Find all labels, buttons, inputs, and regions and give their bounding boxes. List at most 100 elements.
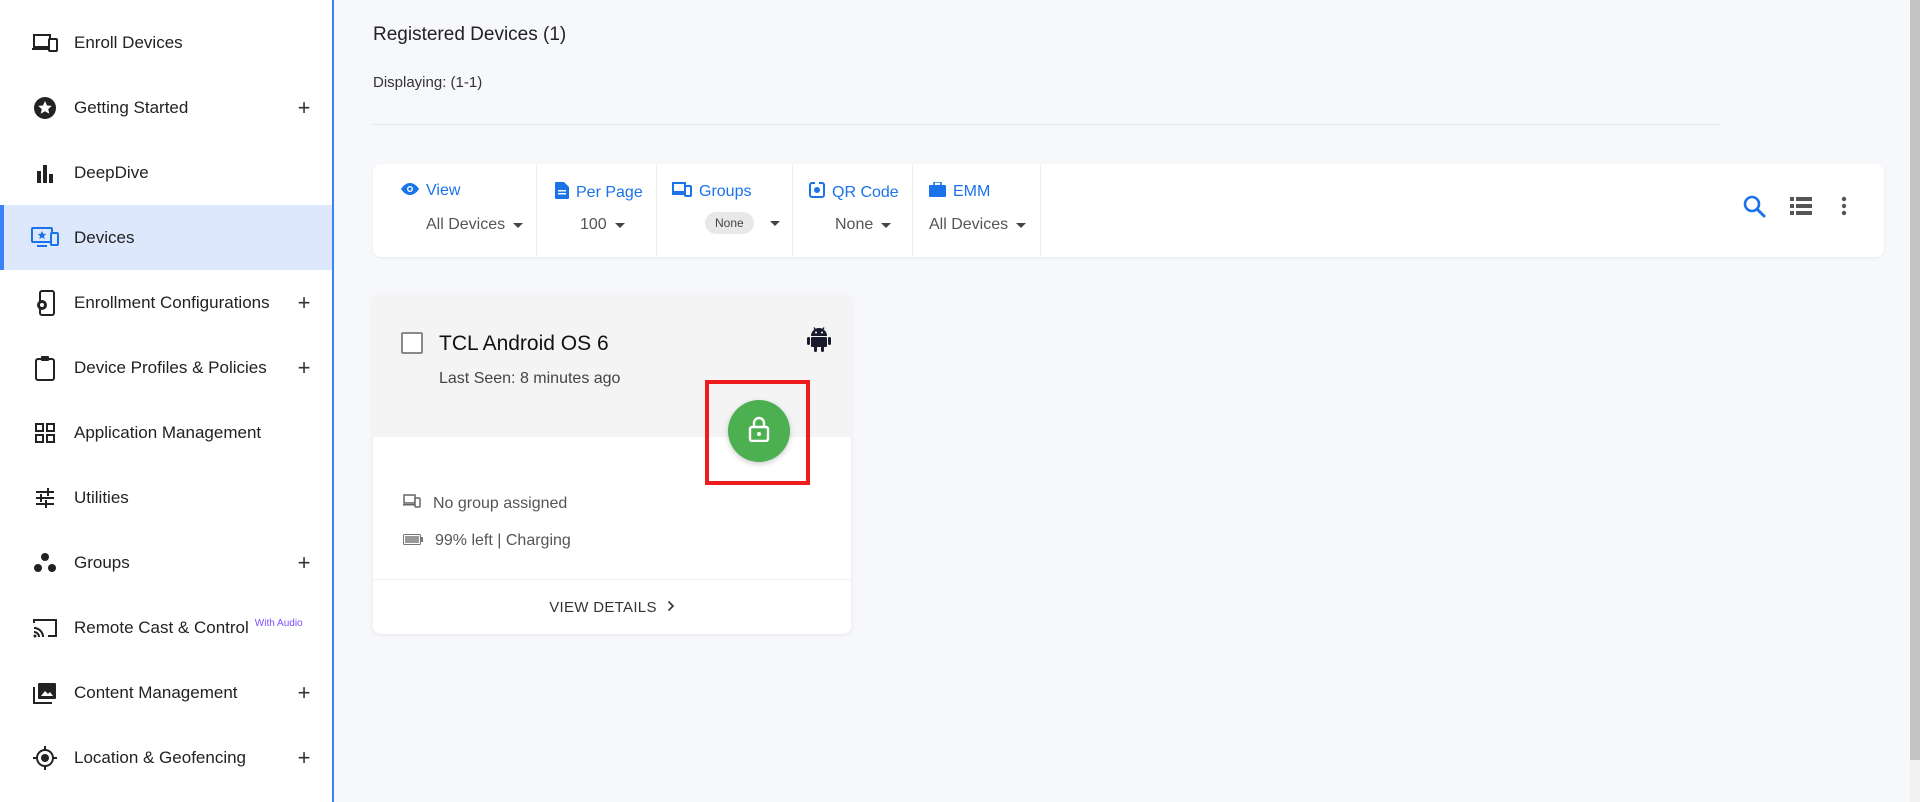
groups-label: Groups <box>699 183 752 200</box>
sidebar-item-content-management[interactable]: Content Management + <box>0 660 332 725</box>
group-info: No group assigned <box>403 494 567 513</box>
qr-code-icon <box>809 182 825 203</box>
eye-icon <box>401 182 419 200</box>
sliders-icon <box>31 484 59 512</box>
groups-chip: None <box>705 212 754 234</box>
sidebar-item-text: Remote Cast & Control <box>74 617 249 637</box>
battery-icon <box>403 532 423 550</box>
expand-plus-icon[interactable]: + <box>294 745 314 771</box>
sidebar-item-label: Location & Geofencing <box>74 747 247 767</box>
per-page-filter[interactable]: Per Page 100 <box>537 164 657 257</box>
device-card: TCL Android OS 6 Last Seen: 8 minutes ag… <box>373 294 851 634</box>
expand-plus-icon[interactable]: + <box>294 355 314 381</box>
page-title: Registered Devices (1) <box>373 24 567 45</box>
sidebar-item-location-geofencing[interactable]: Location & Geofencing + <box>0 725 332 790</box>
device-name: TCL Android OS 6 <box>439 332 609 355</box>
battery-info: 99% left | Charging <box>403 532 571 550</box>
battery-text: 99% left | Charging <box>435 532 571 549</box>
sidebar-item-groups[interactable]: Groups + <box>0 530 332 595</box>
device-select-checkbox[interactable] <box>401 332 423 354</box>
per-page-select[interactable]: 100 <box>580 216 625 234</box>
displaying-count: Displaying: (1-1) <box>373 74 483 91</box>
lock-device-button[interactable] <box>728 400 790 462</box>
expand-plus-icon[interactable]: + <box>294 290 314 316</box>
sidebar-item-devices[interactable]: Devices <box>0 205 332 270</box>
sidebar-item-label: Application Management <box>74 422 262 442</box>
per-page-value: 100 <box>580 216 607 233</box>
emm-filter[interactable]: EMM All Devices <box>913 164 1041 257</box>
devices-icon <box>403 494 421 513</box>
view-label: View <box>426 182 461 199</box>
per-page-header: Per Page <box>555 182 643 204</box>
clipboard-icon <box>31 354 59 382</box>
filter-toolbar: View All Devices Per Page 100 Groups Non… <box>373 164 1884 257</box>
sidebar-item-label: Content Management <box>74 682 238 702</box>
group-text: No group assigned <box>433 494 568 512</box>
monitor-star-icon <box>31 224 59 252</box>
qr-code-value: None <box>835 216 874 233</box>
sidebar-item-device-profiles-policies[interactable]: Device Profiles & Policies + <box>0 335 332 400</box>
qr-code-header: QR Code <box>809 182 899 203</box>
devices-icon <box>31 29 59 57</box>
chevron-down-icon <box>1016 222 1027 228</box>
sidebar-item-label: Devices <box>74 227 135 247</box>
per-page-label: Per Page <box>576 184 643 201</box>
qr-code-label: QR Code <box>832 183 899 201</box>
expand-plus-icon[interactable]: + <box>294 680 314 706</box>
android-icon <box>807 326 831 357</box>
phone-settings-icon <box>31 289 59 317</box>
sidebar-item-label: Remote Cast & Control With Audio <box>74 618 303 638</box>
lock-icon <box>748 416 770 447</box>
sidebar-item-label: Groups <box>74 552 130 572</box>
groups-header: Groups <box>672 182 751 202</box>
view-value: All Devices <box>426 216 506 233</box>
more-vert-icon[interactable] <box>1841 196 1847 216</box>
groups-icon <box>31 549 59 577</box>
sidebar-item-label: Enroll Devices <box>74 32 183 52</box>
sidebar: Enroll Devices Getting Started + DeepDiv… <box>0 0 334 802</box>
photo-library-icon <box>31 679 59 707</box>
emm-value: All Devices <box>929 216 1009 233</box>
sidebar-item-getting-started[interactable]: Getting Started + <box>0 75 332 140</box>
expand-plus-icon[interactable]: + <box>294 95 314 121</box>
groups-select[interactable]: None <box>705 212 780 234</box>
sidebar-item-deepdive[interactable]: DeepDive <box>0 140 332 205</box>
star-circle-icon <box>31 94 59 122</box>
groups-filter[interactable]: Groups None <box>657 164 793 257</box>
sidebar-item-label: Enrollment Configurations <box>74 292 270 312</box>
emm-header: EMM <box>929 181 991 202</box>
grid-icon <box>31 419 59 447</box>
cast-icon <box>31 614 59 642</box>
emm-label: EMM <box>953 183 991 200</box>
chevron-down-icon <box>614 222 625 228</box>
qr-code-filter[interactable]: QR Code None <box>793 164 913 257</box>
view-details-button[interactable]: VIEW DETAILS <box>373 579 851 634</box>
briefcase-icon <box>929 181 946 202</box>
sidebar-item-remote-cast-control[interactable]: Remote Cast & Control With Audio <box>0 595 332 660</box>
sidebar-item-label: DeepDive <box>74 162 149 182</box>
divider <box>373 124 1721 125</box>
search-icon[interactable] <box>1742 194 1766 218</box>
expand-plus-icon[interactable]: + <box>294 550 314 576</box>
chevron-down-icon <box>769 220 780 226</box>
emm-select[interactable]: All Devices <box>929 216 1027 234</box>
chevron-down-icon <box>881 222 892 228</box>
bar-chart-icon <box>31 159 59 187</box>
sidebar-item-label: Utilities <box>74 487 129 507</box>
chevron-down-icon <box>513 222 524 228</box>
sidebar-item-enroll-devices[interactable]: Enroll Devices <box>0 10 332 75</box>
view-select[interactable]: All Devices <box>426 216 524 234</box>
view-filter[interactable]: View All Devices <box>373 164 537 257</box>
list-view-icon[interactable] <box>1790 196 1812 216</box>
sidebar-item-enrollment-configurations[interactable]: Enrollment Configurations + <box>0 270 332 335</box>
scrollbar-thumb[interactable] <box>1910 0 1920 760</box>
main-content: Registered Devices (1) Displaying: (1-1)… <box>336 0 1920 802</box>
view-details-label: VIEW DETAILS <box>549 598 657 616</box>
sidebar-item-utilities[interactable]: Utilities <box>0 465 332 530</box>
last-seen: Last Seen: 8 minutes ago <box>439 370 621 387</box>
location-icon <box>31 744 59 772</box>
sidebar-item-application-management[interactable]: Application Management <box>0 400 332 465</box>
with-audio-badge: With Audio <box>254 617 303 629</box>
sidebar-item-label: Getting Started <box>74 97 189 117</box>
qr-code-select[interactable]: None <box>835 216 892 234</box>
